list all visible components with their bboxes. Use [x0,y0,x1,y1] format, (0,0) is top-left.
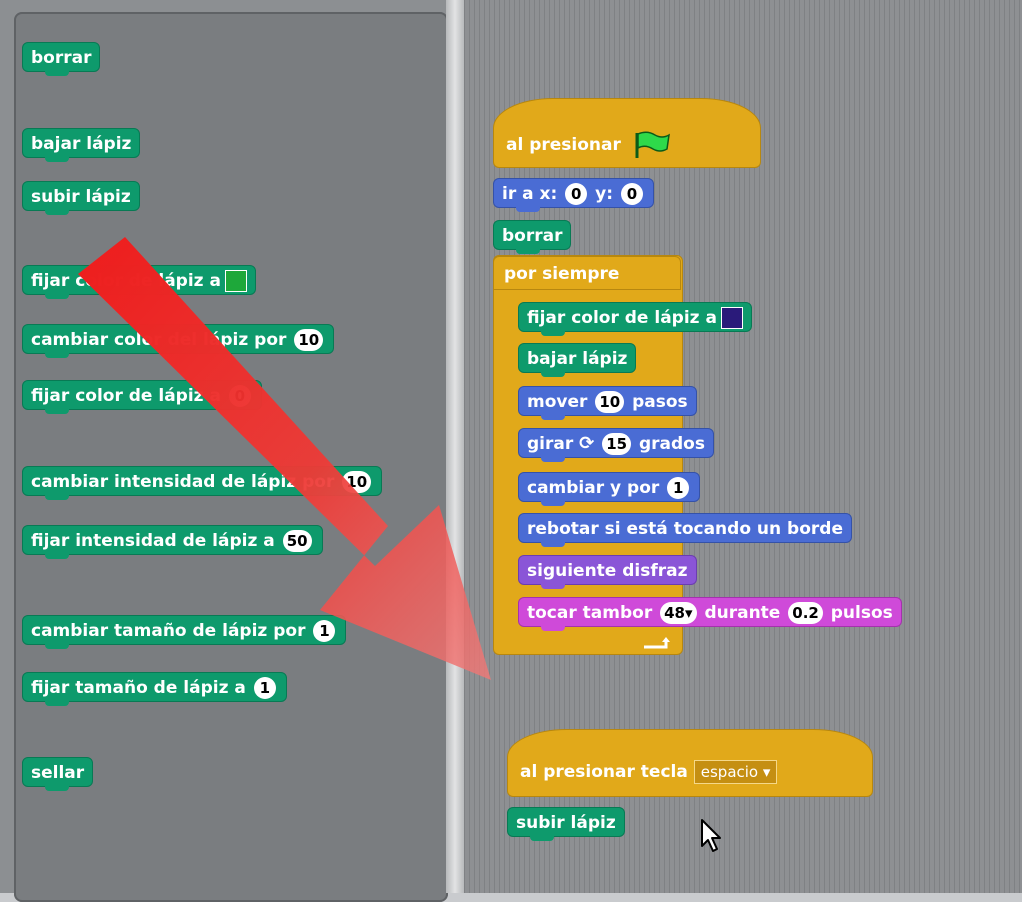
block-label: fijar intensidad de lápiz a [31,531,275,551]
block-label: grados [638,434,705,454]
palette-block-change-pen-color[interactable]: cambiar color del lápiz por 10 [22,324,335,358]
block-label: durante [704,603,781,623]
block-label: cambiar color del lápiz por [31,330,287,350]
block-label: bajar lápiz [527,349,628,369]
forever-block-header[interactable]: por siempre [493,256,681,290]
palette-block-set-pen-shade[interactable]: fijar intensidad de lápiz a 50 [22,525,323,559]
palette-block-pen-up[interactable]: subir lápiz [22,181,140,215]
y-input[interactable]: 0 [620,183,643,205]
number-input[interactable]: 50 [282,530,312,552]
block-palette: borrar bajar lápiz subir lápiz fijar col… [0,0,462,902]
block-label: y: [595,184,614,204]
block-label: pulsos [830,603,893,623]
drum-dropdown[interactable]: 48▾ [660,602,697,624]
move-steps-block[interactable]: mover 10 pasos [518,386,697,420]
pen-up-block[interactable]: subir lápiz [507,807,625,841]
x-input[interactable]: 0 [565,183,588,205]
when-key-pressed-hat[interactable]: al presionar tecla espacio ▾ [507,729,873,797]
block-label: subir lápiz [516,813,616,833]
block-label: cambiar tamaño de lápiz por [31,621,306,641]
key-value: espacio [700,763,759,781]
block-label: fijar color de lápiz a [31,386,221,406]
next-costume-block[interactable]: siguiente disfraz [518,555,697,589]
steps-input[interactable]: 10 [595,391,625,413]
number-input[interactable]: 10 [294,329,324,351]
block-label: borrar [31,48,92,68]
bounce-block[interactable]: rebotar si está tocando un borde [518,513,852,547]
block-label: tocar tambor [527,603,653,623]
key-dropdown[interactable]: espacio ▾ [693,760,778,784]
y-change-input[interactable]: 1 [667,477,690,499]
number-input[interactable]: 0 [228,385,251,407]
color-swatch[interactable] [720,307,743,329]
hat-label: al presionar [506,135,621,155]
palette-block-change-pen-shade[interactable]: cambiar intensidad de lápiz por 10 [22,466,383,500]
number-input[interactable]: 10 [342,471,372,493]
drum-value: 48 [664,604,685,622]
change-y-block[interactable]: cambiar y por 1 [518,472,701,506]
play-drum-block[interactable]: tocar tambor 48▾ durante 0.2 pulsos [518,597,902,631]
set-pen-color-block[interactable]: fijar color de lápiz a [518,302,752,336]
block-label: rebotar si está tocando un borde [527,519,843,539]
palette-block-stamp[interactable]: sellar [22,757,94,791]
block-label: pasos [632,392,688,412]
mouse-cursor-icon [701,819,721,852]
palette-block-clear[interactable]: borrar [22,42,101,76]
palette-block-change-pen-size[interactable]: cambiar tamaño de lápiz por 1 [22,615,347,649]
block-label: siguiente disfraz [527,561,688,581]
turn-degrees-block[interactable]: girar ⟳ 15 grados [518,428,714,462]
number-input[interactable]: 1 [253,677,276,699]
block-label: bajar lápiz [31,134,132,154]
goto-xy-block[interactable]: ir a x: 0 y: 0 [493,178,654,212]
block-label: por siempre [504,264,620,284]
hat-label: al presionar tecla [520,762,688,782]
block-label: cambiar y por [527,478,660,498]
block-label: fijar color de lápiz a [31,271,221,291]
rotate-clockwise-icon: ⟳ [579,433,595,454]
color-swatch[interactable] [224,270,247,292]
block-label: subir lápiz [31,187,131,207]
clear-block[interactable]: borrar [493,220,572,254]
palette-block-set-pen-color-number[interactable]: fijar color de lápiz a 0 [22,380,262,414]
panel-divider[interactable] [446,0,464,893]
when-flag-clicked-hat[interactable]: al presionar [493,98,761,168]
palette-block-set-pen-color[interactable]: fijar color de lápiz a [22,265,256,299]
block-label: cambiar intensidad de lápiz por [31,472,335,492]
block-label: fijar color de lápiz a [527,308,717,328]
pen-down-block[interactable]: bajar lápiz [518,343,637,377]
loop-arrow-icon [644,637,670,649]
palette-block-set-pen-size[interactable]: fijar tamaño de lápiz a 1 [22,672,287,706]
block-label: ir a x: [502,184,558,204]
block-label: fijar tamaño de lápiz a [31,678,246,698]
block-label: mover [527,392,588,412]
block-label: sellar [31,763,85,783]
block-label: girar [527,434,574,454]
degrees-input[interactable]: 15 [602,433,632,455]
number-input[interactable]: 1 [313,620,336,642]
green-flag-icon [635,131,670,158]
block-label: borrar [502,226,563,246]
palette-block-pen-down[interactable]: bajar lápiz [22,128,141,162]
beats-input[interactable]: 0.2 [788,602,823,624]
